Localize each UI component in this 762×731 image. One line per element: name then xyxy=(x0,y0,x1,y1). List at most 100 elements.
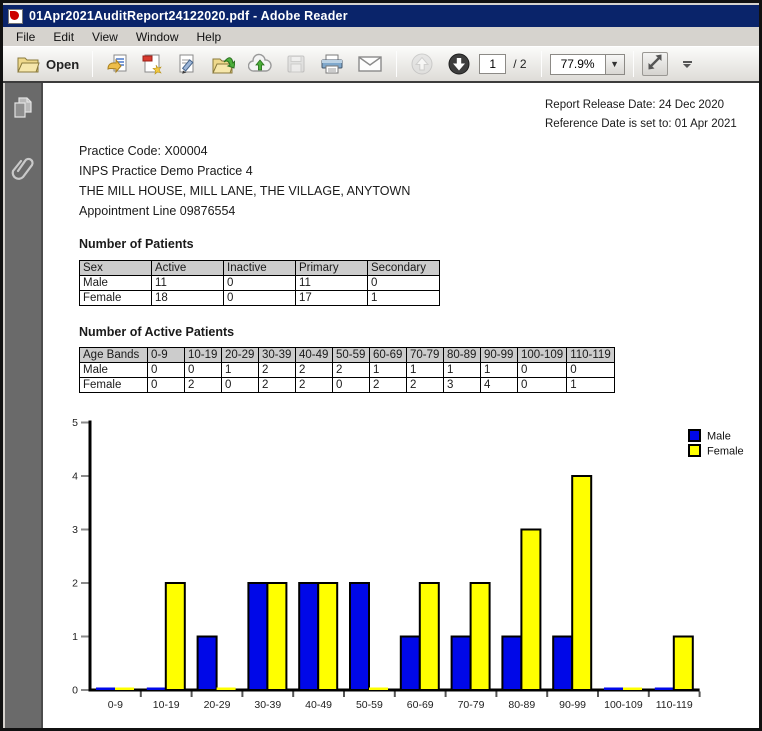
save-button[interactable] xyxy=(280,49,312,79)
adobe-reader-window: 01Apr2021AuditReport24122020.pdf - Adobe… xyxy=(0,0,762,731)
column-header: 100-109 xyxy=(518,348,567,363)
upload-cloud-icon xyxy=(248,53,272,75)
menu-help[interactable]: Help xyxy=(188,29,231,45)
y-axis-tick-label: 3 xyxy=(72,524,78,536)
female-zero-bar xyxy=(217,688,236,691)
table-cell: 18 xyxy=(152,291,224,306)
toolbar-overflow-button[interactable] xyxy=(679,57,696,72)
menu-edit[interactable]: Edit xyxy=(44,29,83,45)
page-number-input[interactable] xyxy=(479,54,506,74)
number-of-patients-table: SexActiveInactivePrimarySecondary Male11… xyxy=(79,260,440,306)
table-cell: 2 xyxy=(259,363,296,378)
column-header: 60-69 xyxy=(370,348,407,363)
save-to-folder-button[interactable] xyxy=(206,49,240,79)
menu-bar: File Edit View Window Help xyxy=(3,27,759,46)
table-cell: 0 xyxy=(518,363,567,378)
table-cell: 1 xyxy=(368,291,440,306)
x-axis-category-label: 90-99 xyxy=(559,699,586,711)
column-header: 40-49 xyxy=(296,348,333,363)
menu-window[interactable]: Window xyxy=(127,29,188,45)
y-axis-tick-label: 5 xyxy=(72,417,78,429)
column-header: Active xyxy=(152,261,224,276)
number-of-active-patients-table: Age Bands0-910-1920-2930-3940-4950-5960-… xyxy=(79,347,615,393)
column-header: 80-89 xyxy=(444,348,481,363)
attachments-icon[interactable] xyxy=(11,155,35,186)
toolbar-separator xyxy=(92,51,93,77)
female-zero-bar xyxy=(115,688,134,691)
male-bar xyxy=(248,583,267,690)
female-bar xyxy=(318,583,337,690)
print-button[interactable] xyxy=(315,49,349,79)
practice-details-block: Practice Code: X00004 INPS Practice Demo… xyxy=(79,141,410,221)
email-button[interactable] xyxy=(352,49,388,79)
table-cell: 3 xyxy=(444,378,481,393)
share-document-icon xyxy=(106,53,128,75)
page-thumbnails-icon[interactable] xyxy=(12,96,34,125)
zoom-dropdown-arrow-icon[interactable]: ▼ xyxy=(605,54,625,75)
table-cell: 0 xyxy=(224,276,296,291)
x-axis-category-label: 0-9 xyxy=(108,699,123,711)
table-cell: 0 xyxy=(148,363,185,378)
y-axis-tick-label: 4 xyxy=(72,471,78,483)
zoom-level-value[interactable]: 77.9% xyxy=(550,54,605,75)
table-cell: Female xyxy=(80,378,148,393)
table-cell: 0 xyxy=(333,378,370,393)
female-bar xyxy=(471,583,490,690)
x-axis-category-label: 70-79 xyxy=(458,699,485,711)
menu-file[interactable]: File xyxy=(7,29,44,45)
table-cell: 0 xyxy=(518,378,567,393)
toolbar-separator xyxy=(541,51,542,77)
table-cell: 1 xyxy=(444,363,481,378)
patients-table-title: Number of Patients xyxy=(79,237,194,251)
female-bar xyxy=(572,476,591,690)
female-bar xyxy=(674,637,693,691)
column-header: 10-19 xyxy=(185,348,222,363)
legend-swatch xyxy=(689,430,700,441)
open-button[interactable]: Open xyxy=(11,50,84,78)
male-zero-bar xyxy=(96,688,115,691)
table-cell: 0 xyxy=(222,378,259,393)
upload-cloud-button[interactable] xyxy=(243,49,277,79)
previous-page-button[interactable] xyxy=(405,48,439,80)
x-axis-category-label: 50-59 xyxy=(356,699,383,711)
x-axis-category-label: 20-29 xyxy=(204,699,231,711)
fit-window-icon xyxy=(646,53,664,76)
table-cell: 2 xyxy=(333,363,370,378)
male-bar xyxy=(198,637,217,691)
x-axis-category-label: 10-19 xyxy=(153,699,180,711)
table-cell: 1 xyxy=(370,363,407,378)
x-axis-category-label: 100-109 xyxy=(604,699,643,711)
column-header: Sex xyxy=(80,261,152,276)
content-area: Report Release Date: 24 Dec 2020 Referen… xyxy=(3,83,759,728)
column-header: 50-59 xyxy=(333,348,370,363)
sign-document-icon xyxy=(176,53,198,75)
y-axis-tick-label: 2 xyxy=(72,578,78,590)
table-row: Female180171 xyxy=(80,291,440,306)
table-row: Female020220223401 xyxy=(80,378,615,393)
toolbar-separator xyxy=(633,51,634,77)
report-dates-block: Report Release Date: 24 Dec 2020 Referen… xyxy=(545,96,737,134)
male-zero-bar xyxy=(604,688,623,691)
create-pdf-icon xyxy=(141,53,163,75)
table-cell: 2 xyxy=(296,363,333,378)
title-bar[interactable]: 01Apr2021AuditReport24122020.pdf - Adobe… xyxy=(3,3,759,27)
sign-document-button[interactable] xyxy=(171,49,203,79)
pdf-page[interactable]: Report Release Date: 24 Dec 2020 Referen… xyxy=(43,83,759,728)
practice-address: THE MILL HOUSE, MILL LANE, THE VILLAGE, … xyxy=(79,181,410,201)
table-cell: 1 xyxy=(222,363,259,378)
menu-view[interactable]: View xyxy=(83,29,127,45)
x-axis-category-label: 40-49 xyxy=(305,699,332,711)
open-button-label: Open xyxy=(46,57,79,72)
toolbar-overflow-icon xyxy=(683,61,692,63)
next-page-button[interactable] xyxy=(442,48,476,80)
active-patients-table-title: Number of Active Patients xyxy=(79,325,234,339)
column-header: Primary xyxy=(296,261,368,276)
zoom-combobox[interactable]: 77.9% ▼ xyxy=(550,54,625,75)
reference-date: Reference Date is set to: 01 Apr 2021 xyxy=(545,115,737,134)
create-pdf-button[interactable] xyxy=(136,49,168,79)
fit-window-button[interactable] xyxy=(642,52,668,76)
table-cell: 4 xyxy=(481,378,518,393)
table-cell: 11 xyxy=(296,276,368,291)
share-document-button[interactable] xyxy=(101,49,133,79)
female-bar xyxy=(267,583,286,690)
